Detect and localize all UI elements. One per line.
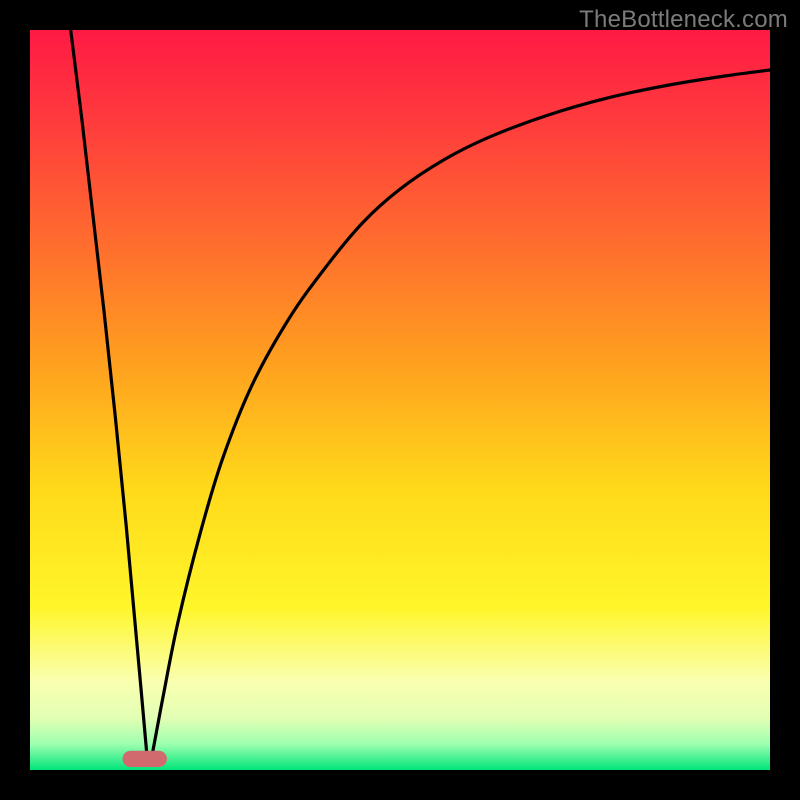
lowpoint-marker xyxy=(123,751,167,767)
gradient-background xyxy=(30,30,770,770)
chart-svg xyxy=(30,30,770,770)
plot-area xyxy=(30,30,770,770)
watermark-text: TheBottleneck.com xyxy=(579,6,788,34)
chart-frame: TheBottleneck.com xyxy=(0,0,800,800)
